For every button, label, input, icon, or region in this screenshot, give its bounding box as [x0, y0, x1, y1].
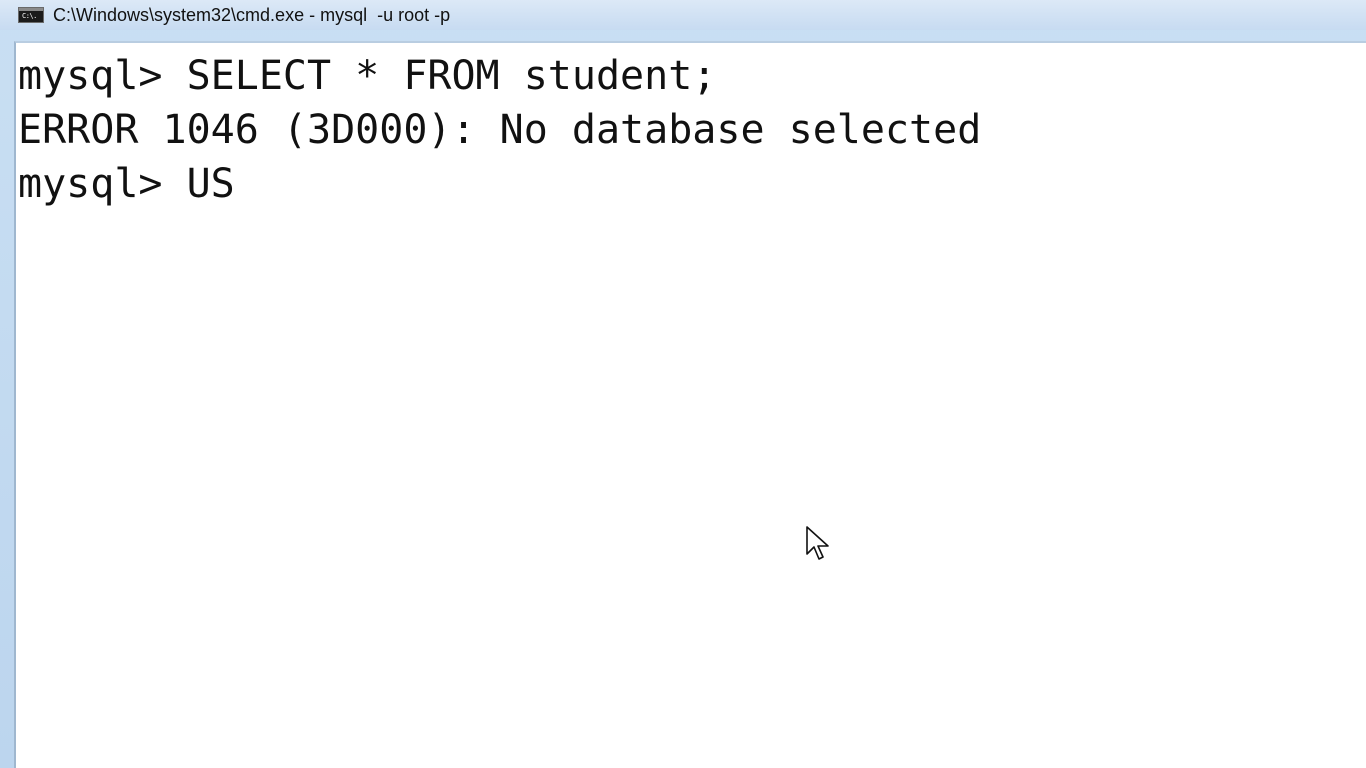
console-line-command: mysql> SELECT * FROM student; — [18, 53, 717, 99]
console-line-current-input[interactable]: mysql> US — [18, 157, 235, 211]
console-app-icon-label: C:\. — [22, 12, 37, 20]
console-output-area[interactable]: mysql> SELECT * FROM student; ERROR 1046… — [14, 41, 1366, 768]
console-line-error: ERROR 1046 (3D000): No database selected — [18, 107, 982, 153]
mouse-pointer-icon — [806, 526, 829, 560]
cmd-window[interactable]: C:\. C:\Windows\system32\cmd.exe - mysql… — [0, 0, 1366, 768]
title-bar[interactable]: C:\. C:\Windows\system32\cmd.exe - mysql… — [0, 0, 1366, 30]
console-app-icon[interactable]: C:\. — [18, 7, 44, 23]
window-title: C:\Windows\system32\cmd.exe - mysql -u r… — [53, 4, 451, 25]
